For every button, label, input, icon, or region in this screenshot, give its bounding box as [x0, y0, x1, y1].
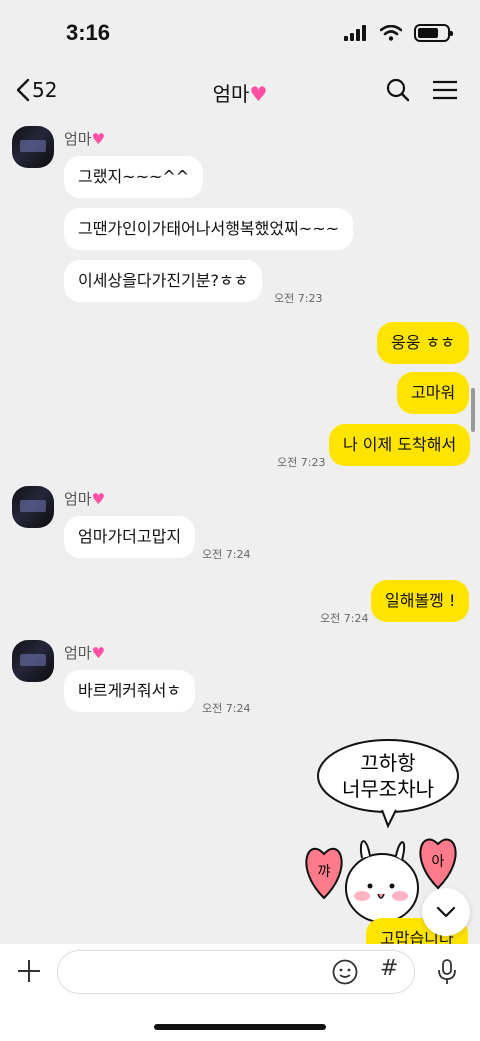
message-bubble[interactable]: 이세상을다가진기분?ㅎㅎ: [64, 260, 263, 302]
composer: #: [0, 944, 480, 1041]
avatar[interactable]: [12, 640, 54, 682]
battery-icon: [414, 24, 453, 42]
sticker-text-1: 끄하항: [360, 751, 415, 775]
mic-icon[interactable]: [436, 958, 458, 986]
my-message-bubble[interactable]: 나 이제 도착해서: [329, 424, 471, 466]
chat-header: 52 엄마♥: [0, 66, 480, 118]
message-time: 오전 7:24: [202, 702, 251, 715]
heart-icon: ♥: [249, 82, 268, 106]
my-message-bubble[interactable]: 고마워: [397, 372, 470, 414]
emoji-icon[interactable]: [332, 959, 358, 985]
my-message-bubble[interactable]: 웅웅 ㅎㅎ: [377, 322, 469, 364]
hash-icon[interactable]: #: [380, 956, 398, 981]
sticker-text-right: 아: [432, 854, 445, 870]
chat-title-text: 엄마: [212, 82, 250, 106]
message-bubble[interactable]: 바르게커줘서ㅎ: [64, 670, 196, 712]
sticker-text-left: 꺄: [318, 864, 331, 880]
message-time: 오전 7:24: [202, 548, 251, 561]
message-list[interactable]: 엄마♥ 그랬지~~~^^ 그땐가인이가태어나서행복했었찌~~~ 이세상을다가진기…: [0, 118, 480, 960]
signal-icon: [344, 25, 366, 41]
home-indicator: [154, 1024, 326, 1030]
avatar[interactable]: [12, 126, 54, 168]
plus-icon[interactable]: [14, 956, 44, 986]
scrollbar[interactable]: [471, 388, 475, 432]
message-bubble[interactable]: 엄마가더고맙지: [64, 516, 196, 558]
status-time: 3:16: [66, 20, 111, 45]
message-time: 오전 7:23: [277, 456, 326, 469]
message-time: 오전 7:23: [274, 292, 323, 305]
message-input[interactable]: [57, 950, 415, 994]
menu-icon[interactable]: [432, 79, 458, 101]
message-bubble[interactable]: 그랬지~~~^^: [64, 156, 204, 198]
message-time: 오전 7:24: [320, 612, 369, 625]
avatar[interactable]: [12, 486, 54, 528]
sender-name: 엄마♥: [64, 644, 106, 662]
wifi-icon: [380, 25, 402, 41]
chevron-down-icon: [436, 906, 456, 918]
status-bar: 3:16: [0, 0, 480, 66]
scroll-to-bottom-button[interactable]: [422, 888, 470, 936]
status-icons: [344, 24, 453, 42]
search-icon[interactable]: [386, 78, 410, 102]
message-bubble[interactable]: 그땐가인이가태어나서행복했었찌~~~: [64, 208, 354, 250]
sender-name: 엄마♥: [64, 490, 106, 508]
my-message-bubble[interactable]: 일해볼껭 !: [371, 580, 470, 622]
sticker-text-2: 너무조차나: [342, 777, 434, 801]
sender-name: 엄마♥: [64, 130, 106, 148]
